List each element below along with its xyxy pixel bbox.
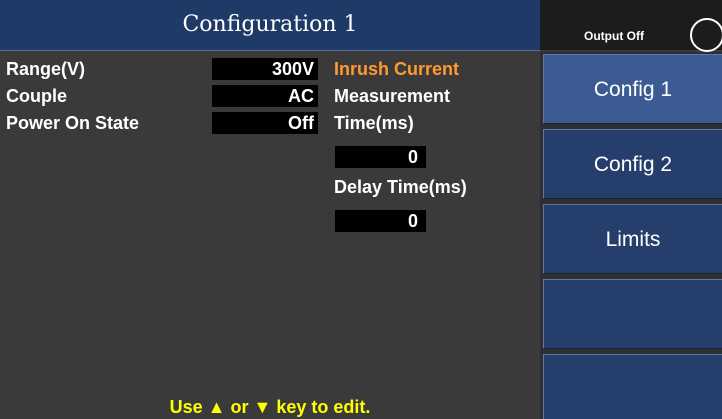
softkey-blank-4[interactable]: [543, 279, 722, 349]
delay-time-label: Delay Time(ms): [334, 177, 467, 197]
measurement-time-field[interactable]: 0: [335, 146, 426, 168]
hint-suffix: key to edit.: [276, 397, 371, 417]
measurement-label: Measurement: [334, 86, 451, 106]
range-label: Range(V): [6, 59, 86, 79]
down-arrow-icon: ▼: [253, 397, 272, 417]
measurement-time-label: Time(ms): [334, 113, 414, 133]
hint-prefix: Use: [169, 397, 203, 417]
inrush-current-heading: Inrush Current: [334, 59, 460, 79]
softkey-config-2[interactable]: Config 2: [543, 129, 722, 199]
couple-label: Couple: [6, 86, 67, 106]
title-bar: Configuration 1: [0, 0, 540, 51]
power-on-state-value-field[interactable]: Off: [212, 112, 318, 134]
range-value-field[interactable]: 300V: [212, 58, 318, 80]
screen: Configuration 1 Output Off Range(V) 300V…: [0, 0, 722, 419]
edit-hint: Use ▲ or ▼ key to edit.: [0, 396, 540, 418]
up-arrow-icon: ▲: [207, 397, 226, 417]
softkey-panel: Config 1 Config 2 Limits: [540, 52, 722, 419]
output-indicator-icon: [690, 18, 722, 52]
delay-time-field[interactable]: 0: [335, 210, 426, 232]
hint-or: or: [230, 397, 249, 417]
output-status-label: Output Off: [584, 29, 644, 43]
softkey-limits[interactable]: Limits: [543, 204, 722, 274]
power-on-state-label: Power On State: [6, 113, 140, 133]
softkey-config-1[interactable]: Config 1: [543, 54, 722, 124]
softkey-blank-5[interactable]: [543, 354, 722, 419]
page-title: Configuration 1: [182, 12, 358, 37]
couple-value-field[interactable]: AC: [212, 85, 318, 107]
